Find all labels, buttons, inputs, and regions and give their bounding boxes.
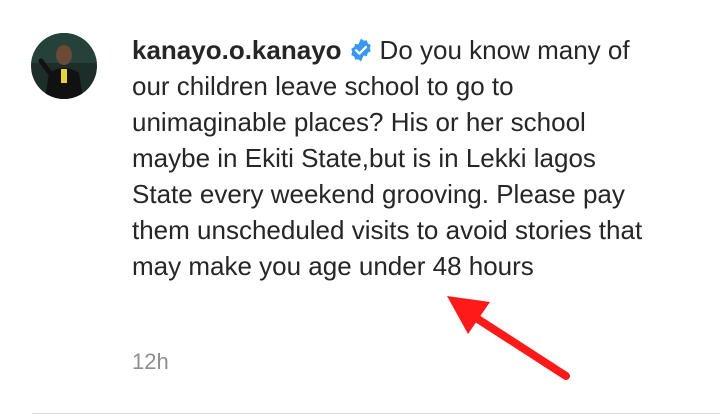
divider [32, 413, 720, 414]
avatar[interactable] [31, 33, 97, 99]
verified-badge-icon [348, 36, 374, 62]
timestamp[interactable]: 12h [132, 349, 169, 375]
avatar-image [31, 33, 97, 99]
comment-text: Do you know many of our children leave s… [132, 35, 643, 281]
username[interactable]: kanayo.o.kanayo [132, 35, 342, 65]
comment-body: kanayo.o.kanayo Do you know many of our … [132, 32, 652, 284]
